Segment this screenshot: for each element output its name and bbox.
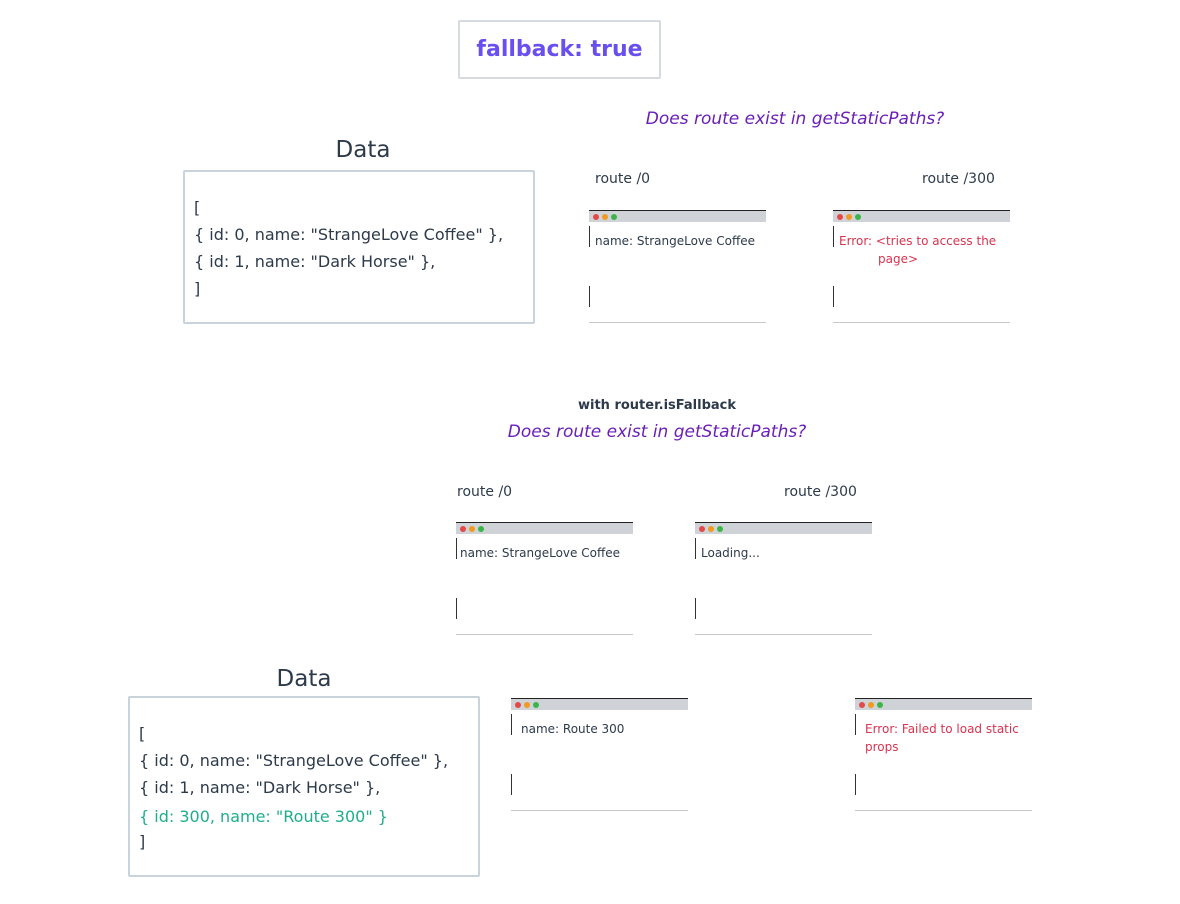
maximize-dot-icon <box>855 214 861 220</box>
browser-window-route-0: name: StrangeLove Coffee <box>589 210 766 323</box>
question-top: Does route exist in getStaticPaths? <box>645 109 945 129</box>
window-title-bar <box>855 698 1032 710</box>
data-line: [ <box>139 724 146 743</box>
route-label-0-top: route /0 <box>595 171 651 187</box>
minimize-dot-icon <box>708 526 714 532</box>
browser-window-route-300-built: name: Route 300 <box>511 698 688 811</box>
error-line-1: Error: <tries to access the <box>839 234 997 248</box>
window-error: Error: <tries to access the page> <box>839 232 1004 268</box>
maximize-dot-icon <box>877 702 883 708</box>
data-line-highlight: { id: 300, name: "Route 300" } <box>139 807 388 826</box>
data-line: { id: 0, name: "StrangeLove Coffee" }, <box>139 751 449 770</box>
data-box-top: [ { id: 0, name: "StrangeLove Coffee" },… <box>183 170 535 324</box>
window-loading: Loading... <box>701 546 760 560</box>
minimize-dot-icon <box>469 526 475 532</box>
window-title-bar <box>833 210 1010 222</box>
data-box-bottom: [ { id: 0, name: "StrangeLove Coffee" },… <box>128 696 480 877</box>
browser-window-route-0-fallback: name: StrangeLove Coffee <box>456 522 633 635</box>
close-dot-icon <box>460 526 466 532</box>
data-title-top: Data <box>335 137 391 163</box>
error-line-2: page> <box>878 252 919 266</box>
minimize-dot-icon <box>846 214 852 220</box>
data-line: ] <box>194 279 201 298</box>
data-line: ] <box>139 832 146 851</box>
close-dot-icon <box>699 526 705 532</box>
route-label-300-top: route /300 <box>922 171 995 187</box>
route-label-300-middle: route /300 <box>784 484 857 500</box>
data-title-bottom: Data <box>276 666 332 692</box>
window-title-bar <box>589 210 766 222</box>
data-line: { id: 1, name: "Dark Horse" }, <box>194 252 436 271</box>
title-box: fallback: true <box>458 20 661 79</box>
window-content: name: StrangeLove Coffee <box>595 234 755 248</box>
data-line: { id: 1, name: "Dark Horse" }, <box>139 778 381 797</box>
window-content: name: StrangeLove Coffee <box>460 546 620 560</box>
data-line: [ <box>194 198 201 217</box>
close-dot-icon <box>515 702 521 708</box>
close-dot-icon <box>859 702 865 708</box>
browser-window-route-300-fallback: Loading... <box>695 522 872 635</box>
subtitle: with router.isFallback <box>577 398 736 413</box>
minimize-dot-icon <box>524 702 530 708</box>
window-title-bar <box>511 698 688 710</box>
window-content: name: Route 300 <box>521 722 625 736</box>
minimize-dot-icon <box>868 702 874 708</box>
minimize-dot-icon <box>602 214 608 220</box>
question-middle: Does route exist in getStaticPaths? <box>507 422 807 442</box>
diagram-title: fallback: true <box>476 37 643 62</box>
maximize-dot-icon <box>533 702 539 708</box>
close-dot-icon <box>837 214 843 220</box>
maximize-dot-icon <box>478 526 484 532</box>
browser-window-route-300-error: Error: Failed to load static props <box>855 698 1032 811</box>
window-title-bar <box>695 522 872 534</box>
browser-window-route-300: Error: <tries to access the page> <box>833 210 1010 323</box>
maximize-dot-icon <box>611 214 617 220</box>
data-line: { id: 0, name: "StrangeLove Coffee" }, <box>194 225 504 244</box>
route-label-0-middle: route /0 <box>457 484 513 500</box>
window-title-bar <box>456 522 633 534</box>
close-dot-icon <box>593 214 599 220</box>
maximize-dot-icon <box>717 526 723 532</box>
window-error: Error: Failed to load static props <box>865 722 1019 754</box>
